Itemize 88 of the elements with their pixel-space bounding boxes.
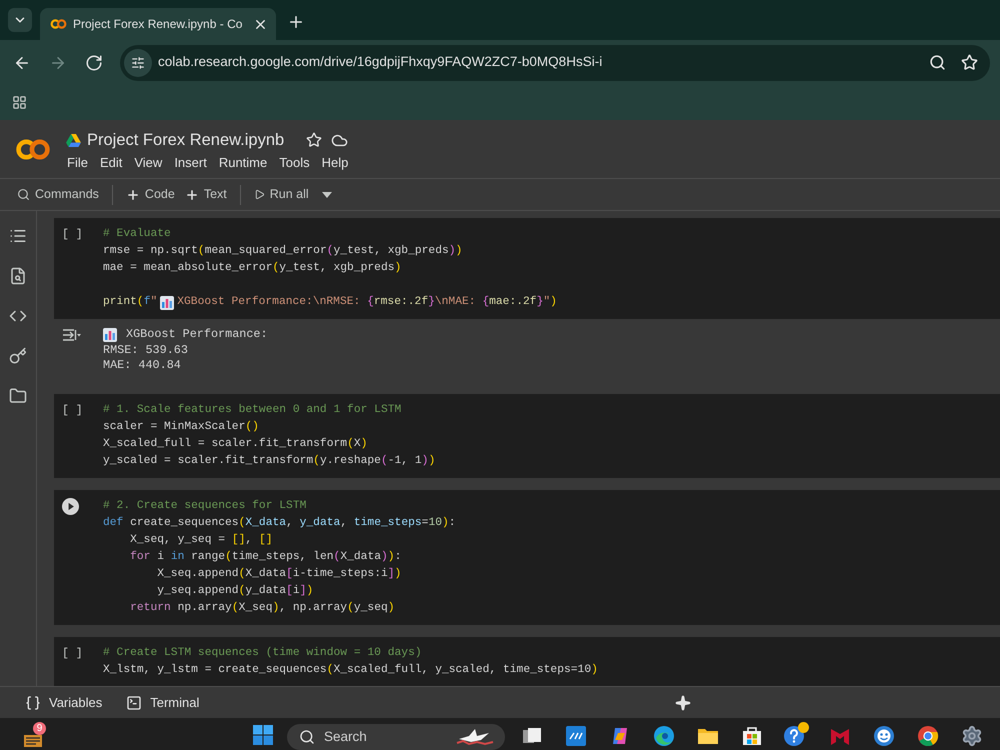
code-line: X_scaled_full = scaler.fit_transform(X) — [103, 436, 368, 452]
logo-icon — [50, 18, 67, 30]
new-tab-icon[interactable] — [287, 13, 305, 31]
menu-item[interactable]: Tools — [274, 153, 315, 173]
code-line: mae = mean_absolute_error(y_test, xgb_preds) — [103, 260, 402, 276]
swirl-browser-icon[interactable] — [653, 725, 675, 747]
code-line: # 1. Scale features between 0 and 1 for LSTM — [103, 402, 402, 418]
address-bar[interactable]: colab.research.google.com/drive/16gdpijFhxqy9FAQW2ZC7-b0MQ8HsSi-i — [120, 44, 990, 80]
file-search-icon[interactable] — [9, 267, 27, 285]
notification-badge: 9 — [33, 722, 46, 735]
smiley-app-icon[interactable] — [873, 725, 895, 747]
logo-icon — [15, 136, 51, 162]
menu-item[interactable]: Help — [316, 153, 354, 173]
folder-icon[interactable] — [9, 387, 27, 405]
apps-grid-icon[interactable] — [12, 95, 27, 110]
code-cell[interactable]: [ ] # Evaluate rmse = np.sqrt(mean_squared_error(y_test, xgb_preds)) mae = mean_absolute_error(y_test, xgb_preds) print(f" XGBoost Performance:\nRMSE: {rmse:.2f}\nMAE: {mae:.2f}") — [54, 218, 1000, 319]
sparkle-icon[interactable] — [675, 694, 692, 710]
code-line: X_lstm, y_lstm = create_sequences(X_scaled_full, y_scaled, time_steps=10) — [103, 662, 598, 678]
add-cell-button[interactable]: Text — [180, 182, 232, 208]
run-cell-button[interactable] — [62, 498, 79, 514]
triangle-logo-icon — [66, 134, 81, 146]
search-icon — [17, 188, 30, 201]
app-tile-icon[interactable] — [565, 725, 587, 747]
url-text: colab.research.google.com/drive/16gdpijFhxqy9FAQW2ZC7-b0MQ8HsSi-i — [158, 53, 602, 72]
bar-chart-icon — [160, 296, 174, 310]
list-icon[interactable] — [9, 227, 27, 245]
news-card-icon[interactable] — [24, 735, 42, 747]
code-line: RMSE: 539.63 — [103, 342, 188, 358]
code-text: XGBoost Performance: — [126, 327, 268, 342]
taskbar-search-field[interactable]: Search — [287, 724, 505, 750]
execution-count: [ ] — [62, 646, 83, 662]
code-line: # 2. Create sequences for LSTM — [103, 498, 306, 514]
code-cell[interactable]: [ ] # 1. Scale features between 0 and 1 for LSTM scaler = MinMaxScaler() X_scaled_full = scaler.fit_transform(X) y_scaled = scaler.fit_transform(y.reshape(-1, 1)) — [54, 394, 1000, 478]
shopping-bag-icon[interactable] — [741, 725, 763, 747]
browser-tab[interactable]: Project Forex Renew.ipynb - Co — [40, 8, 276, 40]
menu-item[interactable]: Edit — [94, 153, 128, 173]
braces-icon — [25, 694, 41, 710]
plus-icon — [126, 188, 140, 202]
key-icon[interactable] — [9, 347, 27, 365]
code-line: def create_sequences(X_data, y_data, time_steps=10): — [103, 516, 456, 530]
browser-icon[interactable] — [917, 725, 939, 747]
terminal-icon — [126, 694, 142, 710]
tab-list-button[interactable] — [8, 8, 32, 32]
execution-count: [ ] — [62, 402, 83, 418]
code-line: y_seq.append(y_data[i]) — [156, 584, 314, 598]
star-icon[interactable] — [306, 132, 322, 148]
code-line: X_seq, y_seq = [], [] — [129, 532, 272, 548]
execution-count: [ ] — [62, 227, 83, 243]
help-app-icon[interactable] — [783, 722, 809, 747]
output-actions-icon[interactable] — [62, 328, 82, 342]
code-cell[interactable] — [54, 490, 1000, 624]
dropdown-caret-icon[interactable] — [322, 192, 332, 198]
code-line: # Evaluate — [103, 226, 171, 242]
code-line: for i in range(time_steps, len(X_data)): — [129, 550, 402, 564]
search-placeholder: Search — [324, 728, 367, 746]
play-icon — [254, 189, 265, 200]
code-line: # Create LSTM sequences (time window = 10 days) — [103, 646, 422, 660]
site-settings-button[interactable] — [124, 48, 152, 76]
menu-item[interactable]: Insert — [169, 153, 212, 173]
menu-item[interactable]: Runtime — [214, 153, 272, 173]
start-grid-icon[interactable] — [253, 725, 273, 745]
code-line: scaler = MinMaxScaler() — [103, 420, 259, 434]
code-line: rmse = np.sqrt(mean_squared_error(y_test, xgb_preds)) — [103, 244, 462, 259]
bookmark-star-icon[interactable] — [961, 54, 978, 71]
code-text: print(f" — [103, 294, 158, 310]
settings-icon[interactable] — [961, 725, 983, 747]
code-line: y_scaled = scaler.fit_transform(y.reshape(-1, 1)) — [103, 454, 436, 468]
variables-button[interactable]: Variables — [20, 692, 108, 712]
code-line: MAE: 440.84 — [103, 358, 181, 374]
menu-item[interactable]: View — [129, 153, 168, 173]
code-cell[interactable]: [ ] # Create LSTM sequences (time window = 10 days) X_lstm, y_lstm = create_sequences(X_scaled_full, y_scaled, time_steps=10) — [54, 636, 1000, 686]
bird-icon — [455, 727, 495, 747]
plus-icon — [184, 188, 199, 202]
sliders-icon — [131, 56, 145, 70]
add-cell-button[interactable]: Code — [120, 182, 180, 208]
code-line: X_seq.append(X_data[i-time_steps:i]) — [156, 566, 402, 582]
magnifier-icon[interactable] — [929, 54, 946, 71]
reload-icon — [85, 54, 103, 72]
code-text: XGBoost Performance:\nRMSE: {rmse:.2f}\nMAE: {mae:.2f}") — [177, 294, 557, 310]
terminal-button[interactable]: Terminal — [121, 692, 204, 712]
menu-item[interactable]: File — [62, 153, 93, 173]
run-all-button[interactable]: Run all — [248, 182, 314, 208]
search-icon — [299, 729, 315, 745]
tab-title: Project Forex Renew.ipynb - Co — [73, 16, 242, 33]
code-line: return np.array(X_seq), np.array(y_seq) — [129, 600, 395, 616]
bar-chart-icon — [103, 328, 117, 342]
commands-button[interactable]: Commands — [12, 182, 104, 208]
notebook-title[interactable]: Project Forex Renew.ipynb — [87, 128, 284, 152]
